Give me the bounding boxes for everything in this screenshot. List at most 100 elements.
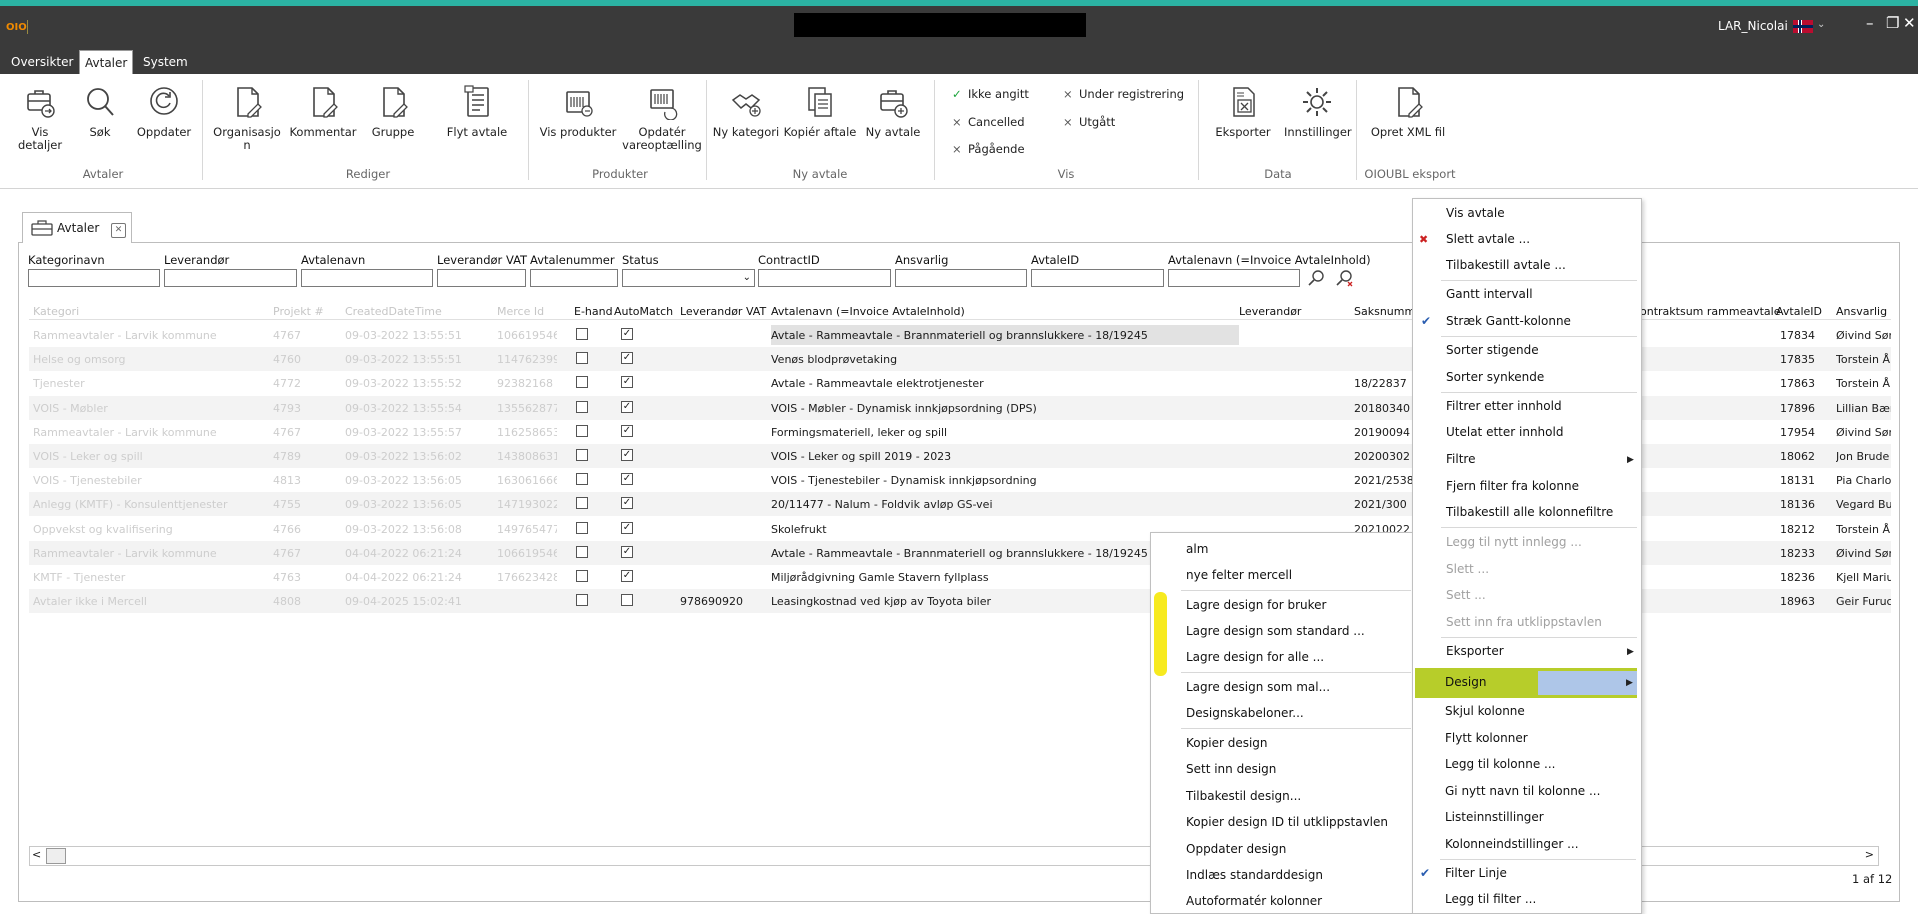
filter-input-contractid[interactable] <box>758 269 891 287</box>
automatch-checkbox[interactable]: ✓ <box>621 449 633 461</box>
filter-input-leverandor-vat[interactable] <box>437 269 526 287</box>
scroll-right-icon[interactable]: > <box>1865 848 1874 861</box>
ehand-checkbox[interactable] <box>576 449 588 461</box>
ehand-checkbox[interactable] <box>576 594 588 607</box>
close-tab-icon[interactable]: ✕ <box>111 223 126 238</box>
ehand-checkbox[interactable] <box>576 400 588 413</box>
ehand-checkbox[interactable] <box>576 424 588 437</box>
filter-cancelled[interactable]: × Cancelled <box>952 115 1025 129</box>
automatch-checkbox[interactable]: ✓ <box>621 400 633 413</box>
kommentar-button[interactable]: Kommentar <box>288 84 358 139</box>
ny-avtale-button[interactable]: Ny avtale <box>864 84 922 139</box>
filter-input-avtalenavn-invoice[interactable] <box>1168 269 1300 287</box>
automatch-checkbox[interactable]: ✓ <box>621 521 633 534</box>
opdater-vareoptaelling-button[interactable]: Opdatér vareoptælling <box>622 84 702 152</box>
filter-under-registrering[interactable]: × Under registrering <box>1063 87 1184 101</box>
ehand-checkbox[interactable] <box>576 545 588 558</box>
column-kontraktsum[interactable]: ontraktsum rammeavtale <box>1640 305 1780 318</box>
menu-item-vis-avtale[interactable]: Vis avtale <box>1446 206 1505 220</box>
column-leverandor[interactable]: Leverandør <box>1239 305 1301 318</box>
menu-item-design[interactable]: Design <box>1445 675 1486 689</box>
menu-item-gantt-intervall[interactable]: Gantt intervall <box>1446 287 1533 301</box>
vis-detaljer-button[interactable]: Vis detaljer <box>8 84 72 152</box>
flyt-avtale-button[interactable]: Flyt avtale <box>446 84 508 139</box>
gruppe-button[interactable]: Gruppe <box>368 84 418 139</box>
eksporter-button[interactable]: Eksporter <box>1212 84 1274 139</box>
filter-input-ansvarlig[interactable] <box>895 269 1027 287</box>
menu-item-tilbakestil-design[interactable]: Tilbakestil design... <box>1186 789 1301 803</box>
ehand-checkbox[interactable] <box>576 521 588 534</box>
opret-xml-button[interactable]: Opret XML fil <box>1370 84 1446 139</box>
automatch-checkbox[interactable]: ✓ <box>621 570 633 582</box>
filter-input-avtaleid[interactable] <box>1031 269 1164 287</box>
menu-item-designskabeloner[interactable]: Designskabeloner... <box>1186 706 1304 720</box>
filter-pagaende[interactable]: × Pågående <box>952 142 1025 156</box>
menu-item-sorter-stigende[interactable]: Sorter stigende <box>1446 343 1539 357</box>
menu-item-eksporter[interactable]: Eksporter <box>1446 644 1504 658</box>
automatch-checkbox[interactable]: ✓ <box>621 328 633 340</box>
oppdater-button[interactable]: Oppdater <box>134 84 194 139</box>
column-avtalenavn[interactable]: Avtalenavn (=Invoice AvtaleInhold) <box>771 305 965 318</box>
scroll-left-icon[interactable]: < <box>32 848 41 861</box>
kopier-aftale-button[interactable]: Kopiér aftale <box>782 84 858 139</box>
automatch-checkbox[interactable]: ✓ <box>621 473 633 486</box>
menu-item-sett-inn-design[interactable]: Sett inn design <box>1186 762 1276 776</box>
vis-produkter-button[interactable]: Vis produkter <box>538 84 618 139</box>
menu-item-skjul-kolonne[interactable]: Skjul kolonne <box>1445 704 1525 718</box>
filter-utgatt[interactable]: × Utgått <box>1063 115 1115 129</box>
column-projekt[interactable]: Projekt # <box>273 305 324 318</box>
ehand-checkbox[interactable] <box>576 497 588 510</box>
ehand-checkbox[interactable] <box>576 328 588 340</box>
menu-item-kopier-design-id[interactable]: Kopier design ID til utklippstavlen <box>1186 815 1388 829</box>
automatch-checkbox[interactable]: ✓ <box>621 376 633 389</box>
menu-item-filter-linje[interactable]: Filter Linje <box>1445 866 1507 880</box>
column-automatch[interactable]: AutoMatch <box>614 305 674 318</box>
automatch-checkbox[interactable]: ✓ <box>621 545 633 558</box>
menu-item-sorter-synkende[interactable]: Sorter synkende <box>1446 370 1544 384</box>
menu-item-oppdater-design[interactable]: Oppdater design <box>1186 842 1286 856</box>
menu-item-listeinnstillinger[interactable]: Listeinnstillinger <box>1445 810 1544 824</box>
menu-item-tilbakestill-filtre[interactable]: Tilbakestill alle kolonnefiltre <box>1446 505 1613 519</box>
menu-item-autoformater[interactable]: Autoformatér kolonner <box>1186 894 1322 908</box>
chevron-down-icon[interactable]: ⌄ <box>1817 19 1825 30</box>
menu-item-legg-til-kolonne[interactable]: Legg til kolonne ... <box>1445 757 1555 771</box>
menu-item-flytt-kolonner[interactable]: Flytt kolonner <box>1445 731 1528 745</box>
column-avtaleid[interactable]: AvtaleID <box>1776 305 1822 318</box>
column-leverandor-vat[interactable]: Leverandør VAT <box>680 305 766 318</box>
menu-item-straek-gantt[interactable]: Stræk Gantt-kolonne <box>1446 314 1571 328</box>
menu-item-utelat-innhold[interactable]: Utelat etter innhold <box>1446 425 1563 439</box>
automatch-checkbox[interactable] <box>621 594 633 607</box>
close-button[interactable]: ✕ <box>1903 14 1916 32</box>
user-name[interactable]: LAR_Nicolai <box>1718 19 1788 33</box>
tab-avtaler-panel[interactable]: Avtaler ✕ <box>22 212 132 243</box>
menu-item-lagre-bruker[interactable]: Lagre design for bruker <box>1186 598 1326 612</box>
organisasjon-button[interactable]: Organisasjo n <box>212 84 282 152</box>
filter-ikke-angitt[interactable]: ✓ Ikke angitt <box>952 87 1029 101</box>
filter-select-status[interactable]: ⌄ <box>622 269 755 287</box>
innstillinger-button[interactable]: Innstillinger <box>1284 84 1352 139</box>
automatch-checkbox[interactable]: ✓ <box>621 424 633 437</box>
column-kategori[interactable]: Kategori <box>33 305 79 318</box>
column-saksnummer[interactable]: Saksnumm <box>1354 305 1415 318</box>
scrollbar-thumb[interactable] <box>46 848 66 864</box>
minimize-button[interactable]: – <box>1866 14 1874 32</box>
menu-item-kolonneinnstillinger[interactable]: Kolonneindstillinger ... <box>1445 837 1579 851</box>
menu-item-filtre[interactable]: Filtre <box>1446 452 1475 466</box>
menu-item-lagre-standard[interactable]: Lagre design som standard ... <box>1186 624 1365 638</box>
menu-item-alm[interactable]: alm <box>1186 542 1208 556</box>
menu-item-fjern-filter[interactable]: Fjern filter fra kolonne <box>1446 479 1579 493</box>
menu-item-nye-felter[interactable]: nye felter mercell <box>1186 568 1292 582</box>
ehand-checkbox[interactable] <box>576 376 588 389</box>
menu-item-gi-nytt-navn[interactable]: Gi nytt navn til kolonne ... <box>1445 784 1600 798</box>
menu-item-kopier-design[interactable]: Kopier design <box>1186 736 1268 750</box>
filter-input-avtalenavn[interactable] <box>301 269 433 287</box>
filter-input-kategorinavn[interactable] <box>28 269 160 287</box>
menu-item-indlaes-standarddesign[interactable]: Indlæs standarddesign <box>1186 868 1323 882</box>
menu-item-slett-avtale[interactable]: Slett avtale ... <box>1446 232 1530 246</box>
ehand-checkbox[interactable] <box>576 570 588 582</box>
automatch-checkbox[interactable]: ✓ <box>621 497 633 510</box>
ny-kategori-button[interactable]: Ny kategori <box>712 84 780 139</box>
tab-system[interactable]: System <box>138 50 193 74</box>
filter-input-avtalenummer[interactable] <box>530 269 618 287</box>
column-merce-id[interactable]: Merce Id <box>497 305 544 318</box>
